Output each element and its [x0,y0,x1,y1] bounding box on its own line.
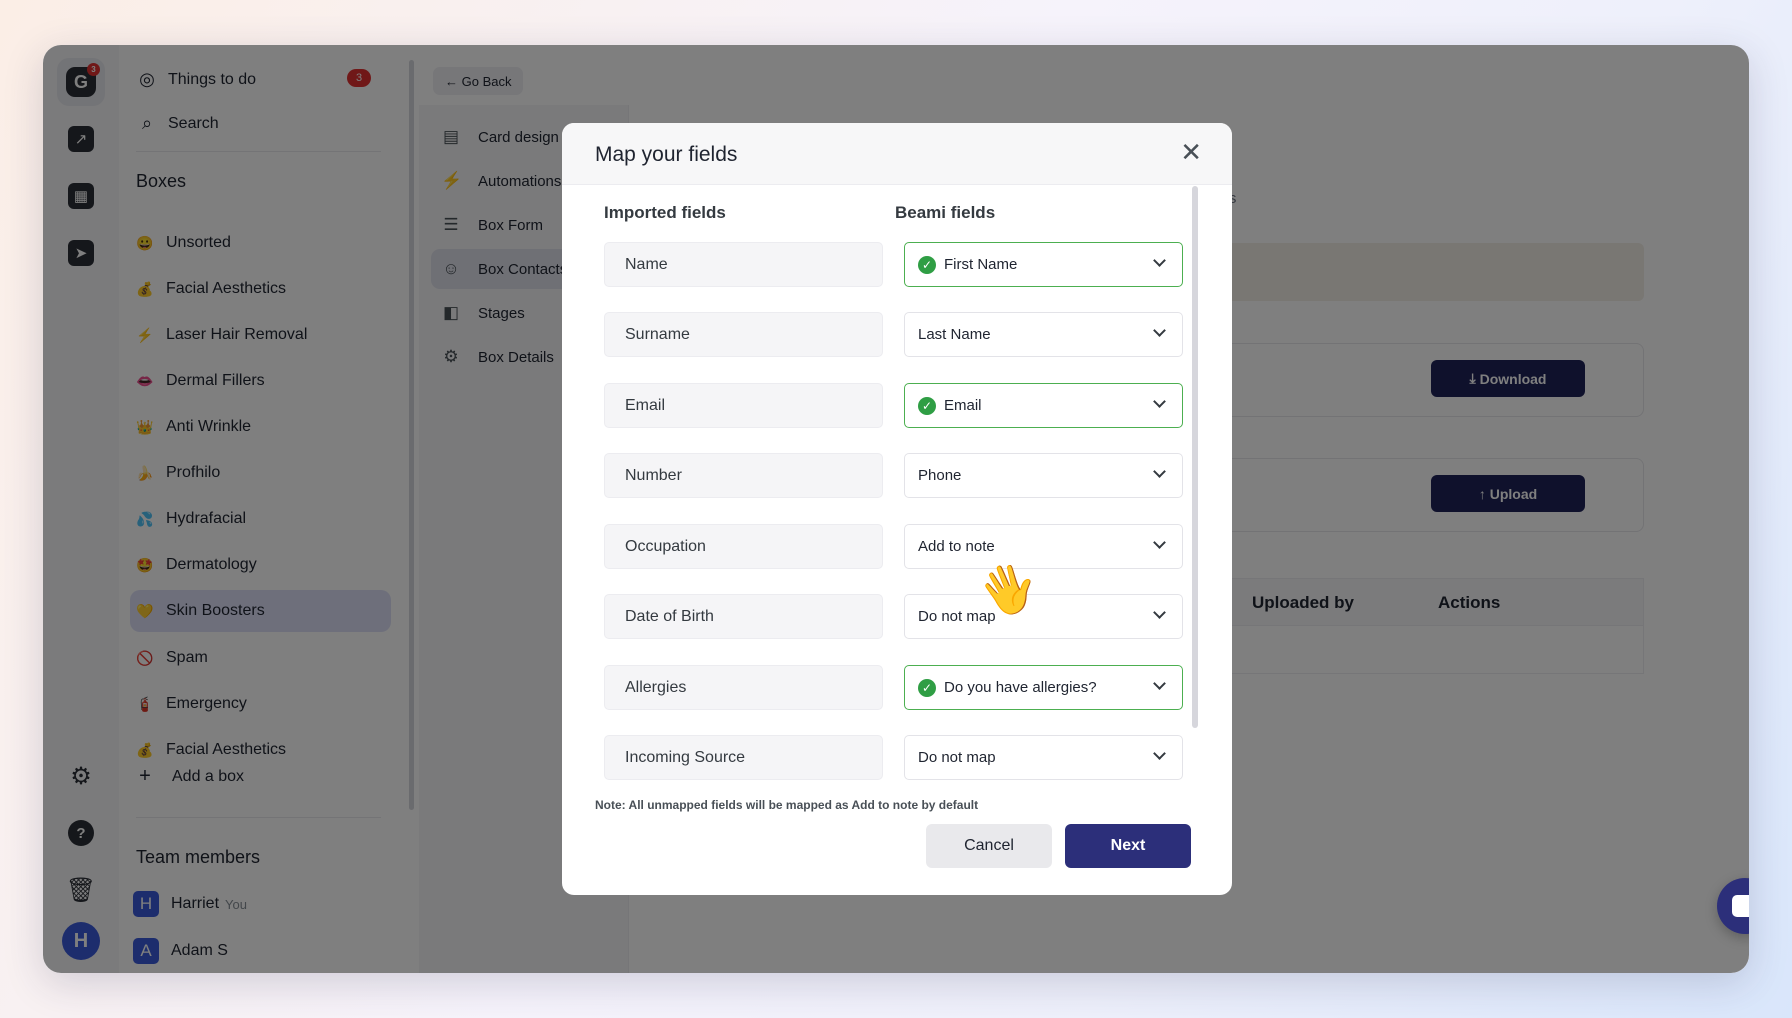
imported-fields-heading: Imported fields [604,203,726,222]
cancel-button[interactable]: Cancel [926,824,1052,868]
imported-field: Incoming Source [604,735,883,780]
chevron-down-icon [1153,465,1166,478]
dialog-header: Map your fields ✕ [562,123,1232,185]
chevron-down-icon [1153,536,1166,549]
map-fields-dialog: Map your fields ✕ Imported fields Beami … [562,123,1232,895]
chevron-down-icon [1153,606,1166,619]
select-value: Do not map [918,749,996,766]
close-icon[interactable]: ✕ [1180,139,1202,165]
imported-field: Number [604,453,883,498]
field-mapping-select[interactable]: ✓ First Name [904,242,1183,287]
imported-field: Date of Birth [604,594,883,639]
select-value: First Name [944,256,1018,273]
field-mapping-select[interactable]: Phone [904,453,1183,498]
chat-icon [1732,895,1749,917]
beami-fields-heading: Beami fields [895,203,996,222]
chevron-down-icon [1153,254,1166,267]
select-value: Phone [918,467,962,484]
check-icon: ✓ [918,678,936,697]
select-value: Do not map [918,608,996,625]
dialog-scrollbar[interactable] [1192,186,1198,728]
field-mapping-select[interactable]: ✓ Email [904,383,1183,428]
select-value: Add to note [918,538,995,555]
mapping-note: Note: All unmapped fields will be mapped… [595,798,979,812]
imported-field: Surname [604,312,883,357]
select-value: Last Name [918,326,991,343]
chevron-down-icon [1153,677,1166,690]
chevron-down-icon [1153,747,1166,760]
field-mapping-select[interactable]: Do not map [904,735,1183,780]
imported-field: Email [604,383,883,428]
select-value: Email [944,397,982,414]
field-mapping-select[interactable]: ✓ Do you have allergies? [904,665,1183,710]
select-value: Do you have allergies? [944,679,1097,696]
chevron-down-icon [1153,324,1166,337]
imported-field: Allergies [604,665,883,710]
check-icon: ✓ [918,396,936,415]
imported-field: Occupation [604,524,883,569]
dialog-title: Map your fields [595,143,738,166]
check-icon: ✓ [918,255,936,274]
field-mapping-select[interactable]: Add to note [904,524,1183,569]
field-mapping-select[interactable]: Last Name [904,312,1183,357]
next-button[interactable]: Next [1065,824,1191,868]
chevron-down-icon [1153,395,1166,408]
imported-field: Name [604,242,883,287]
